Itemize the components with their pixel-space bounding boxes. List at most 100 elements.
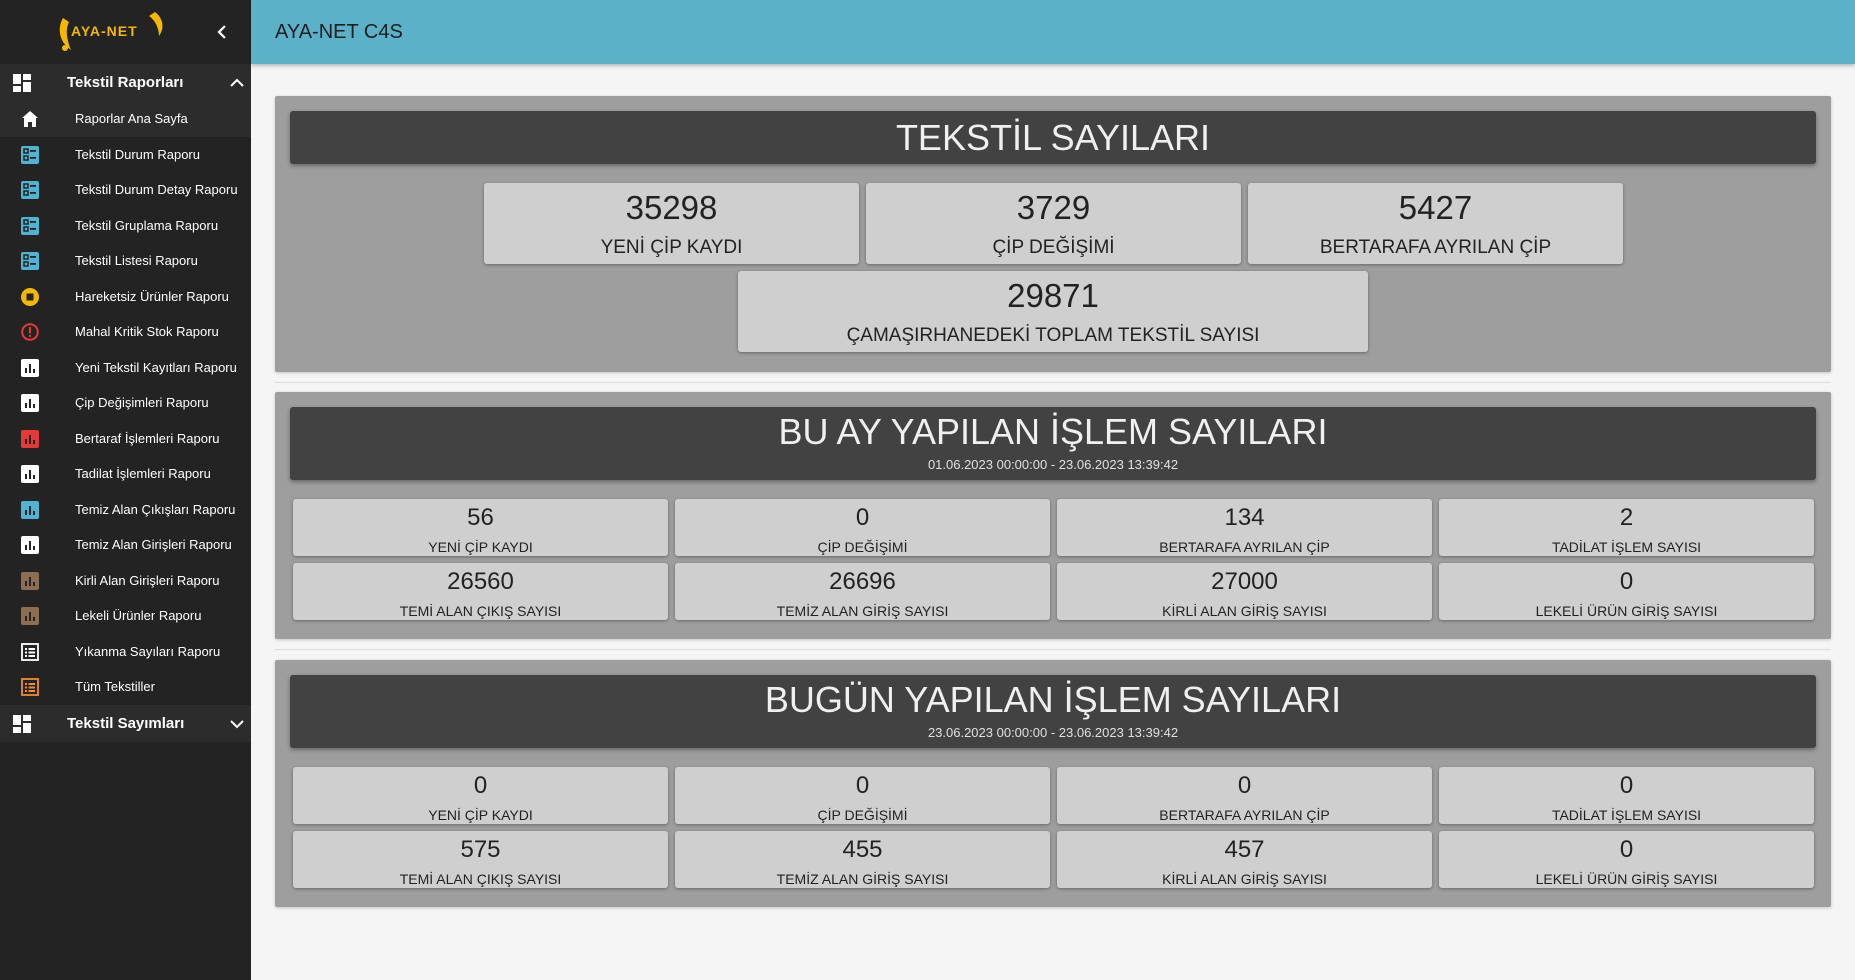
sidebar-item-label: Hareketsiz Ürünler Raporu [75,288,229,304]
stat-card: 134 BERTARAFA AYRILAN ÇİP [1057,499,1432,556]
stat-label: ÇİP DEĞİŞİMİ [992,237,1115,258]
sidebar-item[interactable]: Tekstil Durum Raporu [0,137,251,173]
stat-card: 0 LEKELİ ÜRÜN GİRİŞ SAYISI [1439,563,1814,620]
stat-value: 575 [460,836,501,863]
dashboard-icon [13,74,31,92]
list-alt-icon [21,642,39,661]
stat-card: 457 KİRLİ ALAN GİRİŞ SAYISI [1057,831,1432,888]
sidebar-item[interactable]: Tadilat İşlemleri Raporu [0,456,251,492]
textile-counts-section: TEKSTİL SAYILARI 35298 YENİ ÇİP KAYDI 37… [275,96,1831,372]
sidebar-item[interactable]: Çip Değişimleri Raporu [0,385,251,421]
sidebar-menu: Raporlar Ana Sayfa Tekstil Durum Raporu Te… [0,101,251,705]
stop-circle-icon [21,287,39,306]
sidebar-collapse-button[interactable] [210,20,234,44]
stat-value: 26696 [829,568,896,595]
sidebar-item[interactable]: Mahal Kritik Stok Raporu [0,314,251,350]
section-title: BU AY YAPILAN İŞLEM SAYILARI [778,411,1328,452]
sidebar-item-label: Tekstil Durum Detay Raporu [75,182,238,197]
stat-value: 0 [1619,568,1634,595]
sidebar-item[interactable]: Hareketsiz Ürünler Raporu [0,279,251,315]
sidebar: AYA-NET Tekstil Raporları Raporlar Ana S… [0,0,251,980]
sidebar-item-label: Tüm Tekstiller [75,679,155,694]
stat-value: 455 [842,836,883,863]
stat-label: YENİ ÇİP KAYDI [428,539,533,555]
sidebar-group-textile-counts[interactable]: Tekstil Sayımları [0,704,251,742]
list-alt-icon [21,678,39,696]
sidebar-item[interactable]: Bertaraf İşlemleri Raporu [0,421,251,457]
stat-label: BERTARAFA AYRILAN ÇİP [1319,237,1552,258]
stat-card: 575 TEMİ ALAN ÇIKIŞ SAYISI [293,831,668,888]
sidebar-item[interactable]: Yeni Tekstil Kayıtları Raporu [0,350,251,386]
bar-chart-icon [21,394,39,412]
stat-label: TEMİ ALAN ÇIKIŞ SAYISI [399,871,562,887]
stat-value: 2 [1619,504,1634,531]
date-range: 23.06.2023 00:00:00 - 23.06.2023 13:39:4… [927,725,1179,740]
sidebar-item[interactable]: Yıkanma Sayıları Raporu [0,634,251,670]
logo: AYA-NET [55,8,167,56]
stat-label: KİRLİ ALAN GİRİŞ SAYISI [1162,603,1327,619]
stat-card: 26560 TEMİ ALAN ÇIKIŞ SAYISI [293,563,668,620]
sidebar-item-label: Temiz Alan Çıkışları Raporu [75,501,236,517]
stat-card: 0 ÇİP DEĞİŞİMİ [675,499,1050,556]
sidebar-item-label: Kirli Alan Girişleri Raporu [75,572,220,588]
sidebar-item[interactable]: Tekstil Durum Detay Raporu [0,172,251,208]
sidebar-item[interactable]: Temiz Alan Çıkışları Raporu [0,492,251,528]
sidebar-item-label: Yıkanma Sayıları Raporu [75,643,221,659]
stat-label: KİRLİ ALAN GİRİŞ SAYISI [1162,871,1327,887]
stat-label: ÇİP DEĞİŞİMİ [817,807,908,823]
bar-chart-icon [21,429,39,448]
section-title: TEKSTİL SAYILARI [895,117,1211,158]
monthly-operations-section: BU AY YAPILAN İŞLEM SAYILARI 01.06.2023 … [275,392,1831,639]
stat-label: YENİ ÇİP KAYDI [428,807,533,823]
sidebar-item-label: Temiz Alan Girişleri Raporu [75,537,232,552]
sidebar-item-label: Tekstil Listesi Raporu [75,253,198,268]
stat-card: 27000 KİRLİ ALAN GİRİŞ SAYISI [1057,563,1432,620]
stat-card: 0 TADİLAT İŞLEM SAYISI [1439,767,1814,824]
sidebar-item-label: Raporlar Ana Sayfa [75,111,188,126]
stat-value: 35298 [625,189,718,226]
stat-card: 0 LEKELİ ÜRÜN GİRİŞ SAYISI [1439,831,1814,888]
sidebar-group-label: Tekstil Sayımları [67,714,185,732]
stat-value: 0 [855,504,870,531]
stat-label: YENİ ÇİP KAYDI [600,237,743,258]
sidebar-item[interactable]: Temiz Alan Girişleri Raporu [0,527,251,563]
logo-bar: AYA-NET [0,0,251,64]
sidebar-item[interactable]: Tekstil Gruplama Raporu [0,208,251,244]
stat-label: TADİLAT İŞLEM SAYISI [1551,539,1702,555]
sidebar-item[interactable]: Tekstil Listesi Raporu [0,243,251,279]
stat-card: 3729 ÇİP DEĞİŞİMİ [866,183,1241,264]
sidebar-item-label: Tekstil Durum Raporu [75,146,200,162]
sidebar-item[interactable]: Tüm Tekstiller [0,669,251,705]
stat-card: 2 TADİLAT İŞLEM SAYISI [1439,499,1814,556]
bar-chart-icon [21,358,39,377]
home-icon [21,110,39,128]
sidebar-item[interactable]: Lekeli Ürünler Raporu [0,598,251,634]
chevron-up-icon [230,78,244,87]
stat-value: 0 [1619,836,1634,863]
bar-chart-icon [21,465,39,483]
list-status-icon [21,181,39,199]
sidebar-item[interactable]: Kirli Alan Girişleri Raporu [0,563,251,599]
stat-card: 35298 YENİ ÇİP KAYDI [484,183,859,264]
sidebar-item[interactable]: Raporlar Ana Sayfa [0,101,251,137]
bar-chart-icon [21,571,39,590]
stat-value: 134 [1224,504,1265,531]
stat-label: ÇİP DEĞİŞİMİ [817,539,908,555]
stat-value: 457 [1224,836,1265,863]
bar-chart-icon [21,607,39,625]
sidebar-item-label: Mahal Kritik Stok Raporu [75,324,219,339]
sidebar-item-label: Tadilat İşlemleri Raporu [75,466,211,481]
section-divider [275,382,1831,383]
stat-card: 0 ÇİP DEĞİŞİMİ [675,767,1050,824]
stat-card: 455 TEMİZ ALAN GİRİŞ SAYISI [675,831,1050,888]
sidebar-group-textile-reports[interactable]: Tekstil Raporları [0,64,251,101]
stat-label: TEMİZ ALAN GİRİŞ SAYISI [776,603,949,619]
stat-value: 27000 [1211,568,1278,595]
stat-label: ÇAMAŞIRHANEDEKİ TOPLAM TEKSTİL SAYISI [846,325,1260,346]
sidebar-item-label: Yeni Tekstil Kayıtları Raporu [75,359,237,375]
stat-label: TEMİ ALAN ÇIKIŞ SAYISI [399,603,562,619]
stat-label: LEKELİ ÜRÜN GİRİŞ SAYISI [1535,871,1718,887]
logo-text: AYA-NET [71,23,138,39]
stat-label: BERTARAFA AYRILAN ÇİP [1159,539,1330,555]
alert-circle-icon [21,323,39,341]
